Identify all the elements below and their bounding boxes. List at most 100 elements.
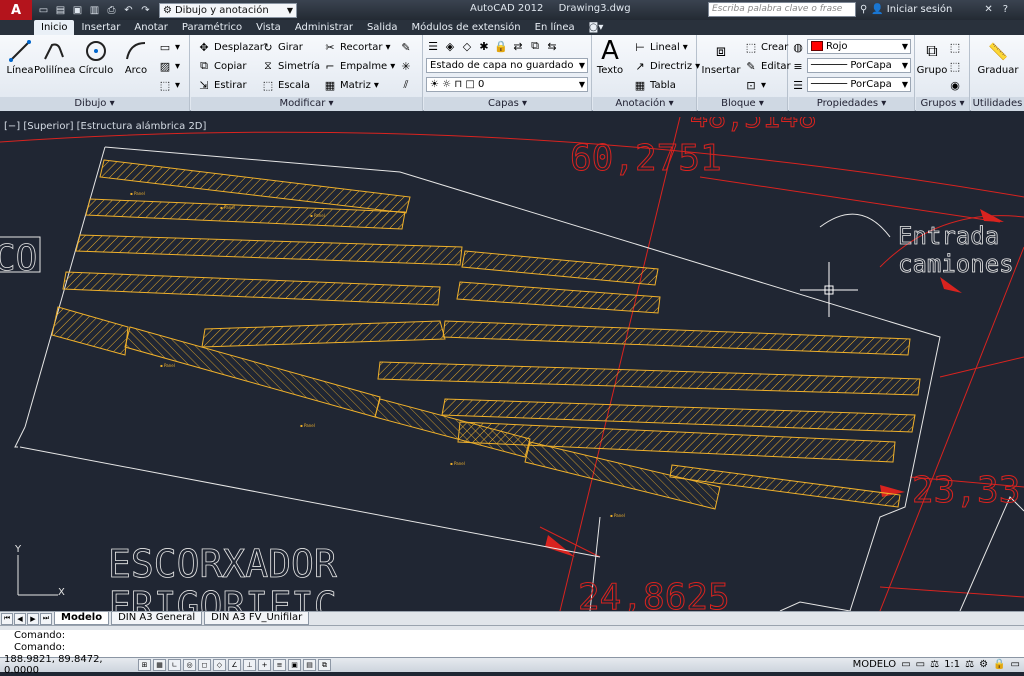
linetype-combo[interactable]: ────── PorCapa ▼ xyxy=(807,58,911,73)
lineweight-icon-button[interactable]: ☰ xyxy=(791,77,805,93)
tab-parametrico[interactable]: Paramétrico xyxy=(175,20,249,35)
dyn-icon[interactable]: + xyxy=(258,659,271,671)
application-menu-button[interactable]: A xyxy=(0,0,32,20)
quick-properties-icon[interactable]: ▤ xyxy=(303,659,316,671)
text-button[interactable]: A Texto xyxy=(593,36,627,76)
polar-icon[interactable]: ◎ xyxy=(183,659,196,671)
polyline-button[interactable]: Polilínea xyxy=(34,39,76,76)
binoculars-icon[interactable]: ⚲ xyxy=(860,4,867,15)
tab-en-linea[interactable]: En línea xyxy=(528,20,582,35)
otrack-icon[interactable]: ∠ xyxy=(228,659,241,671)
group-edit-button[interactable]: ⬚ xyxy=(948,58,962,74)
coordinates-readout[interactable]: 188.9821, 89.8472, 0.0000 xyxy=(0,654,138,676)
new-icon[interactable]: ▭ xyxy=(36,3,51,17)
attribute-button[interactable]: ⊡ ▾ xyxy=(744,77,766,93)
lock-icon[interactable]: 🔒 xyxy=(993,659,1005,670)
layer-state-combo[interactable]: Estado de capa no guardado ▼ xyxy=(426,58,588,73)
offset-button[interactable]: ⫽ xyxy=(399,77,413,93)
open-icon[interactable]: ▤ xyxy=(53,3,68,17)
insert-button[interactable]: ⧈ Insertar xyxy=(700,39,742,76)
print-icon[interactable]: ⎙ xyxy=(104,3,119,17)
scale-button[interactable]: ⬚ Escala xyxy=(261,77,310,93)
panel-title-bloque[interactable]: Bloque ▾ xyxy=(698,97,787,111)
mirror-button[interactable]: ⧖ Simetría xyxy=(261,58,320,74)
ortho-icon[interactable]: ∟ xyxy=(168,659,181,671)
drawing-area[interactable]: ▪ Panel ▪ Panel ▪ Panel ▪ Panel ▪ Panel … xyxy=(0,117,1024,611)
layout-tab-din-a3-general[interactable]: DIN A3 General xyxy=(111,612,203,625)
lineweight-combo[interactable]: ────── PorCapa ▼ xyxy=(807,77,911,92)
exchange-icon[interactable]: ✕ xyxy=(984,4,992,15)
rectangle-button[interactable]: ▭ ▾ xyxy=(158,39,180,55)
last-layout-icon[interactable]: ⏭ xyxy=(40,612,52,625)
tab-modulos[interactable]: Módulos de extensión xyxy=(404,20,527,35)
ducs-icon[interactable]: ⊥ xyxy=(243,659,256,671)
stretch-button[interactable]: ⇲ Estirar xyxy=(197,77,246,93)
layout-tab-modelo[interactable]: Modelo xyxy=(54,612,110,625)
panel-title-anotacion[interactable]: Anotación ▾ xyxy=(593,97,696,111)
undo-icon[interactable]: ↶ xyxy=(121,3,136,17)
ribbon-options-icon[interactable]: ◙▾ xyxy=(582,20,611,35)
table-button[interactable]: ▦ Tabla xyxy=(633,77,676,93)
next-layout-icon[interactable]: ▶ xyxy=(27,612,39,625)
hatch-button[interactable]: ▨ ▾ xyxy=(158,58,180,74)
panel-title-propiedades[interactable]: Propiedades ▾ xyxy=(789,97,914,111)
save-as-icon[interactable]: ▥ xyxy=(87,3,102,17)
annotation-visibility-icon[interactable]: ⚖ xyxy=(965,659,974,670)
array-button[interactable]: ▦ Matriz ▾ xyxy=(323,77,379,93)
erase-button[interactable]: ✎ xyxy=(399,39,413,55)
osnap-icon[interactable]: ◻ xyxy=(198,659,211,671)
prev-layout-icon[interactable]: ◀ xyxy=(14,612,26,625)
snap-icon[interactable]: ⊞ xyxy=(138,659,151,671)
layer-combo[interactable]: ☀ ☼ ⊓ □ 0 ▼ xyxy=(426,77,588,92)
viewport-label[interactable]: [−] [Superior] [Estructura alámbrica 2D] xyxy=(4,121,206,132)
tab-insertar[interactable]: Insertar xyxy=(74,20,127,35)
move-button[interactable]: ✥ Desplazar xyxy=(197,39,263,55)
help-icon[interactable]: ? xyxy=(1003,4,1008,15)
layout-tab-din-a3-fv[interactable]: DIN A3 FV_Unifilar xyxy=(204,612,310,625)
tab-inicio[interactable]: Inicio xyxy=(34,20,75,35)
layer-tools[interactable]: ☰ ◈ ◇ ✱ 🔒 ⇄ ⧉ ⇆ xyxy=(426,38,559,54)
panel-title-utilidades[interactable]: Utilidades xyxy=(971,97,1024,111)
first-layout-icon[interactable]: ⏮ xyxy=(1,612,13,625)
ungroup-button[interactable]: ⬚ xyxy=(948,39,962,55)
panel-title-modificar[interactable]: Modificar ▾ xyxy=(191,97,422,111)
selection-cycling-icon[interactable]: ⧉ xyxy=(318,659,331,671)
save-icon[interactable]: ▣ xyxy=(70,3,85,17)
panel-title-dibujo[interactable]: Dibujo ▾ xyxy=(0,97,189,111)
quick-view-drawings-icon[interactable]: ▭ xyxy=(916,659,925,670)
sign-in-button[interactable]: 👤 Iniciar sesión xyxy=(871,4,952,15)
linetype-icon-button[interactable]: ≡ xyxy=(791,58,805,74)
command-input[interactable]: Comando: xyxy=(0,642,1024,654)
workspace-selector[interactable]: ⚙ Dibujo y anotación ▼ xyxy=(159,2,297,18)
fillet-button[interactable]: ⌐ Empalme ▾ xyxy=(323,58,395,74)
tab-salida[interactable]: Salida xyxy=(360,20,405,35)
search-input[interactable]: Escriba palabra clave o frase xyxy=(708,2,856,17)
model-space-label[interactable]: MODELO xyxy=(853,659,897,670)
circle-button[interactable]: Círculo xyxy=(78,39,114,76)
edit-block-button[interactable]: ✎ Editar xyxy=(744,58,790,74)
panel-title-capas[interactable]: Capas ▾ xyxy=(424,97,591,111)
line-button[interactable]: Línea xyxy=(2,39,38,76)
redo-icon[interactable]: ↷ xyxy=(138,3,153,17)
annotation-scale-icon[interactable]: ⚖ xyxy=(930,659,939,670)
tab-administrar[interactable]: Administrar xyxy=(288,20,360,35)
tab-vista[interactable]: Vista xyxy=(249,20,288,35)
group-button[interactable]: ⧉ Grupo xyxy=(916,39,948,76)
leader-button[interactable]: ↗ Directriz ▾ xyxy=(633,58,700,74)
match-properties-button[interactable]: ◍ xyxy=(791,39,805,55)
annotation-scale-value[interactable]: 1:1 xyxy=(944,659,960,670)
region-button[interactable]: ⬚ ▾ xyxy=(158,77,180,93)
measure-button[interactable]: 📏 Graduar xyxy=(975,39,1021,77)
group-select-button[interactable]: ◉ xyxy=(948,77,962,93)
workspace-switching-icon[interactable]: ⚙ xyxy=(979,659,988,670)
panel-title-grupos[interactable]: Grupos ▾ xyxy=(916,97,969,111)
transparency-icon[interactable]: ▣ xyxy=(288,659,301,671)
command-line[interactable]: Comando: Comando: xyxy=(0,625,1024,657)
trim-button[interactable]: ✂ Recortar ▾ xyxy=(323,39,390,55)
color-combo[interactable]: Rojo ▼ xyxy=(807,39,911,54)
copy-button[interactable]: ⧉ Copiar xyxy=(197,58,246,74)
grid-icon[interactable]: ▦ xyxy=(153,659,166,671)
lineweight-toggle-icon[interactable]: ≡ xyxy=(273,659,286,671)
drawing-canvas[interactable]: ▪ Panel ▪ Panel ▪ Panel ▪ Panel ▪ Panel … xyxy=(0,117,1024,611)
tab-anotar[interactable]: Anotar xyxy=(127,20,174,35)
